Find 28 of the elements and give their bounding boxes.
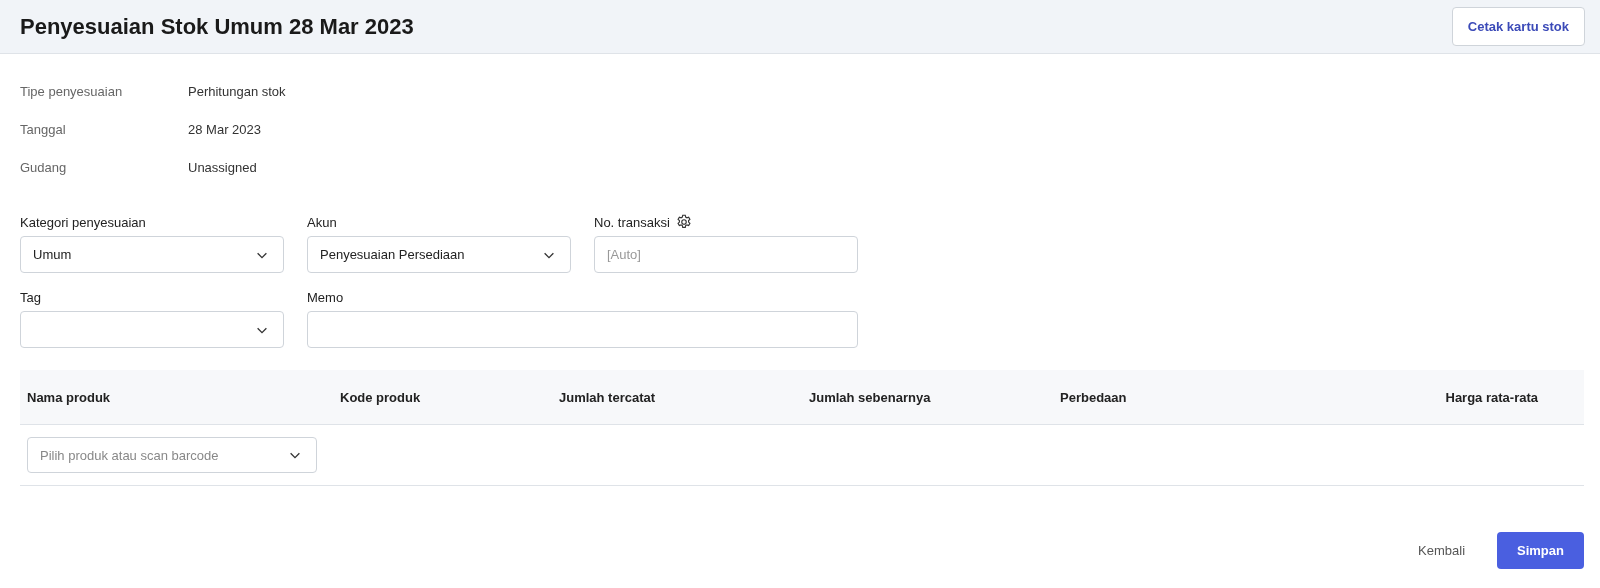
select-field[interactable]: Umum [20,236,284,273]
column-header: Jumlah tercatat [559,389,656,405]
field-label: Akun [307,214,337,230]
field-label: Kategori penyesuaian [20,214,146,230]
select-field[interactable]: Penyesuaian Persediaan [307,236,571,273]
column-header: Perbedaan [1060,389,1127,405]
field-label: Tag [20,289,41,305]
info-label: Tanggal [20,122,67,139]
field-label: Memo [307,289,344,305]
back-button[interactable]: Kembali [1412,542,1472,559]
settings-icon[interactable] [674,213,693,231]
print-button[interactable]: Cetak kartu stok [1451,7,1585,46]
save-button[interactable]: Simpan [1497,532,1584,569]
info-value: Perhitungan stok [188,84,286,101]
column-header: Jumlah sebenarnya [809,389,931,405]
column-header: Kode produk [340,389,421,405]
product-select[interactable]: Pilih produk atau scan barcode [27,437,317,473]
input-field[interactable] [307,311,858,348]
info-label: Gudang [20,160,68,177]
column-header: Harga rata-rata [1445,389,1538,405]
info-value: 28 Mar 2023 [188,122,261,139]
page-title: Penyesuaian Stok Umum 28 Mar 2023 [20,13,414,40]
select-field[interactable] [20,311,284,348]
field-label: No. transaksi [594,214,670,230]
info-value: Unassigned [188,160,257,177]
info-label: Tipe penyesuaian [20,84,124,101]
input-field[interactable]: [Auto] [594,236,858,273]
column-header: Nama produk [27,389,111,405]
